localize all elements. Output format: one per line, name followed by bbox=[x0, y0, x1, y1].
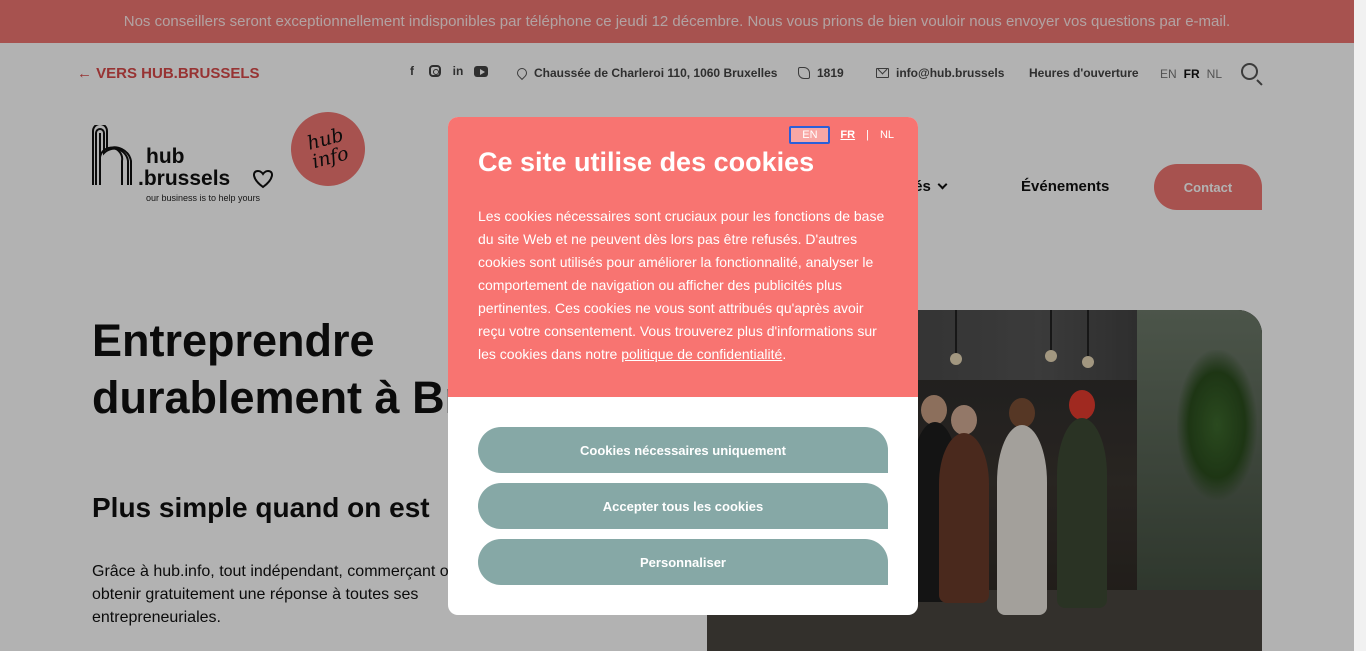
cookie-body-text: Les cookies nécessaires sont cruciaux po… bbox=[478, 208, 885, 362]
cookie-lang-fr[interactable]: FR bbox=[836, 128, 859, 142]
cookie-dialog-header: EN FR | NL Ce site utilise des cookies L… bbox=[448, 117, 918, 397]
cookie-dialog-title: Ce site utilise des cookies bbox=[478, 147, 815, 177]
accept-all-cookies-label: Accepter tous les cookies bbox=[602, 498, 764, 514]
scrollbar[interactable] bbox=[1354, 0, 1366, 651]
cookie-body-end: . bbox=[782, 346, 787, 362]
cookie-consent-dialog: EN FR | NL Ce site utilise des cookies L… bbox=[448, 117, 918, 615]
necessary-cookies-label: Cookies nécessaires uniquement bbox=[580, 442, 786, 458]
necessary-cookies-button[interactable]: Cookies nécessaires uniquement bbox=[478, 427, 888, 473]
customize-cookies-label: Personnaliser bbox=[640, 554, 726, 570]
accept-all-cookies-button[interactable]: Accepter tous les cookies bbox=[478, 483, 888, 529]
cookie-dialog-body: Les cookies nécessaires sont cruciaux po… bbox=[478, 205, 893, 366]
lang-separator: | bbox=[866, 129, 869, 141]
cookie-language-switcher: EN FR | NL bbox=[789, 126, 898, 144]
customize-cookies-button[interactable]: Personnaliser bbox=[478, 539, 888, 585]
cookie-lang-en[interactable]: EN bbox=[789, 126, 831, 144]
privacy-policy-link[interactable]: politique de confidentialité bbox=[621, 346, 782, 362]
cookie-lang-nl[interactable]: NL bbox=[876, 128, 898, 142]
